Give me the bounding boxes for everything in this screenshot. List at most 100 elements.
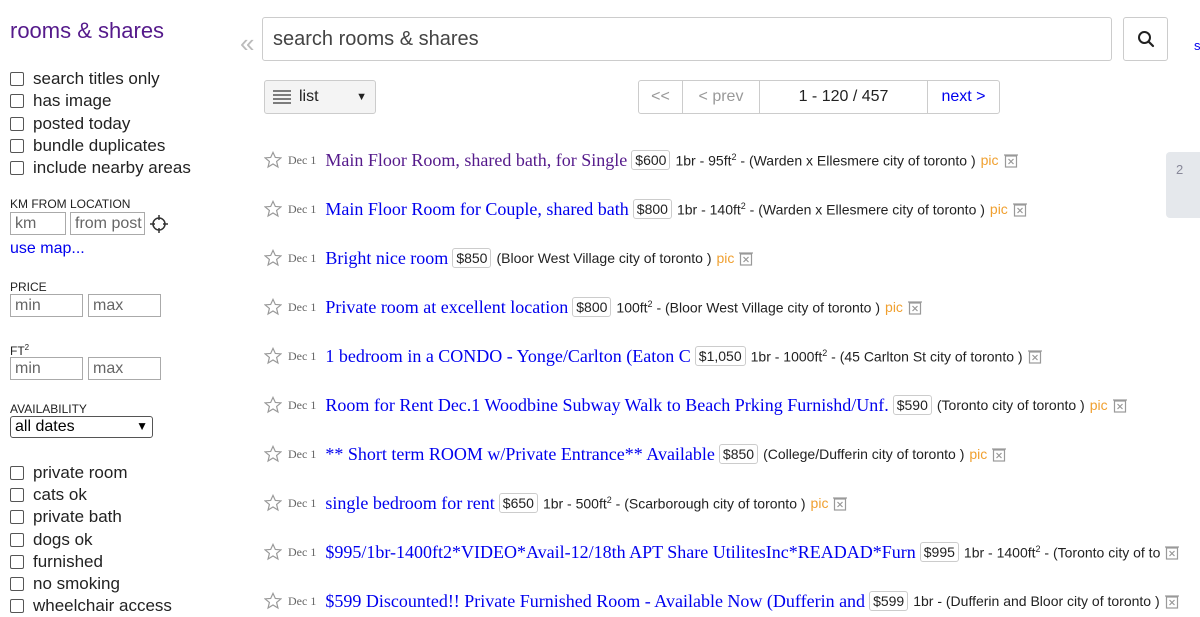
- listing-title-link[interactable]: single bedroom for rent: [325, 493, 494, 514]
- listing-title-link[interactable]: 1 bedroom in a CONDO - Yonge/Carlton (Ea…: [325, 346, 690, 367]
- map-thumbnail[interactable]: 2: [1166, 152, 1200, 218]
- checkbox[interactable]: [10, 116, 24, 131]
- favorite-star-icon[interactable]: [264, 592, 282, 610]
- filter-search-titles-only[interactable]: search titles only: [10, 68, 160, 90]
- listing-title-link[interactable]: Private room at excellent location: [325, 297, 568, 318]
- listing-row: Dec 1 $995/1br-1400ft2*VIDEO*Avail-12/18t…: [264, 539, 1180, 565]
- from-postal-input[interactable]: from post: [70, 212, 145, 235]
- checkbox[interactable]: [10, 161, 24, 176]
- hide-listing-icon[interactable]: [833, 496, 848, 511]
- hide-listing-icon[interactable]: [1164, 594, 1179, 609]
- filter-no-smoking[interactable]: no smoking: [10, 573, 120, 595]
- favorite-star-icon[interactable]: [264, 396, 282, 414]
- favorite-star-icon[interactable]: [264, 151, 282, 169]
- pager-first-button[interactable]: <<: [639, 81, 683, 113]
- crosshair-icon[interactable]: [150, 215, 168, 233]
- pager-prev-button[interactable]: < prev: [683, 81, 760, 113]
- favorite-star-icon[interactable]: [264, 494, 282, 512]
- filter-include-nearby-areas[interactable]: include nearby areas: [10, 157, 191, 179]
- favorite-star-icon[interactable]: [264, 445, 282, 463]
- pic-tag: pic: [885, 299, 903, 315]
- pager-next-button[interactable]: next >: [928, 81, 999, 113]
- price-max-input[interactable]: max: [88, 294, 161, 317]
- view-mode-dropdown[interactable]: list ▼: [264, 80, 376, 114]
- filter-label: search titles only: [33, 69, 160, 88]
- filter-furnished[interactable]: furnished: [10, 551, 103, 573]
- km-input[interactable]: km: [10, 212, 66, 235]
- filter-label: posted today: [33, 113, 131, 133]
- filter-cats-ok[interactable]: cats ok: [10, 484, 87, 506]
- hide-listing-icon[interactable]: [907, 300, 922, 315]
- filter-wheelchair-access[interactable]: wheelchair access: [10, 595, 172, 617]
- hide-listing-icon[interactable]: [992, 447, 1007, 462]
- checkbox[interactable]: [10, 138, 24, 153]
- search-input[interactable]: search rooms & shares: [262, 17, 1112, 61]
- filter-dogs-ok[interactable]: dogs ok: [10, 529, 93, 551]
- sqft-min-input[interactable]: min: [10, 357, 83, 380]
- favorite-star-icon[interactable]: [264, 298, 282, 316]
- checkbox[interactable]: [10, 577, 24, 591]
- listing-meta: 1br - 1000ft2 - (45 Carlton St city of t…: [750, 347, 1023, 365]
- listing-meta: (Bloor West Village city of toronto ): [496, 250, 712, 266]
- checkbox[interactable]: [10, 599, 24, 614]
- pic-tag: pic: [969, 446, 988, 462]
- listing-meta: (Toronto city of toronto ): [936, 397, 1085, 413]
- checkbox[interactable]: [10, 466, 24, 480]
- listing-title-link[interactable]: Room for Rent Dec.1 Woodbine Subway Walk…: [325, 395, 888, 416]
- checkbox[interactable]: [10, 554, 24, 569]
- checkbox[interactable]: [10, 94, 24, 109]
- sqft-max-input[interactable]: max: [88, 357, 161, 380]
- listing-title-link[interactable]: $995/1br-1400ft2*VIDEO*Avail-12/18th APT…: [325, 542, 915, 563]
- listing-price: $995: [919, 542, 959, 562]
- listing-title-link[interactable]: Bright nice room: [325, 248, 448, 269]
- use-map-link[interactable]: use map...: [10, 240, 85, 258]
- availability-select[interactable]: all dates ▼: [10, 416, 153, 438]
- hide-listing-icon[interactable]: [1003, 153, 1018, 168]
- filter-private-bath[interactable]: private bath: [10, 506, 122, 528]
- listing-title-link[interactable]: $599 Discounted!! Private Furnished Room…: [325, 591, 865, 612]
- listing-row: Dec 1 $599 Discounted!! Private Furnished…: [264, 588, 1179, 614]
- hide-listing-icon[interactable]: [1165, 545, 1180, 560]
- category-title[interactable]: rooms & shares: [10, 18, 164, 44]
- checkbox[interactable]: [10, 488, 24, 503]
- listing-row: Dec 1 ** Short term ROOM w/Private Entran…: [264, 441, 1007, 467]
- filter-label: private bath: [33, 507, 122, 527]
- search-button[interactable]: [1123, 17, 1168, 61]
- favorite-star-icon[interactable]: [264, 543, 282, 561]
- listing-title-link[interactable]: Main Floor Room, shared bath, for Single: [325, 150, 627, 171]
- checkbox[interactable]: [10, 532, 24, 547]
- filter-bundle-duplicates[interactable]: bundle duplicates: [10, 135, 165, 157]
- listing-price: $599: [869, 591, 909, 611]
- hide-listing-icon[interactable]: [739, 251, 754, 266]
- hide-listing-icon[interactable]: [1112, 398, 1127, 413]
- listing-title-link[interactable]: Main Floor Room for Couple, shared bath: [325, 199, 628, 220]
- sqft-label: FT2: [10, 343, 30, 358]
- search-icon: [1137, 31, 1154, 48]
- checkbox[interactable]: [10, 510, 24, 525]
- listing-meta: (College/Dufferin city of toronto ): [763, 446, 965, 462]
- price-min-input[interactable]: min: [10, 294, 83, 317]
- filter-private-room[interactable]: private room: [10, 462, 127, 484]
- caret-down-icon: ▼: [356, 91, 367, 103]
- listing-title-link[interactable]: ** Short term ROOM w/Private Entrance** …: [325, 444, 715, 465]
- filter-posted-today[interactable]: posted today: [10, 113, 130, 135]
- pager: << < prev 1 - 120 / 457 next >: [638, 80, 1000, 114]
- availability-label: AVAILABILITY: [10, 402, 87, 416]
- hide-listing-icon[interactable]: [1027, 349, 1042, 364]
- filter-label: no smoking: [33, 574, 120, 593]
- listing-row: Dec 1 1 bedroom in a CONDO - Yonge/Carlto…: [264, 343, 1042, 369]
- listing-row: Dec 1 Bright nice room $850 (Bloor West Vil…: [264, 245, 754, 271]
- listing-price: $850: [718, 444, 759, 464]
- hide-listing-icon[interactable]: [1012, 202, 1027, 217]
- listing-price: $850: [452, 248, 492, 268]
- listing-row: Dec 1 single bedroom for rent $650 1br - 50…: [264, 490, 848, 516]
- filter-label: include nearby areas: [33, 158, 191, 178]
- favorite-star-icon[interactable]: [264, 249, 282, 267]
- checkbox[interactable]: [10, 72, 24, 86]
- favorite-star-icon[interactable]: [264, 200, 282, 218]
- edge-link[interactable]: s: [1194, 38, 1200, 53]
- pic-tag: pic: [980, 152, 999, 168]
- favorite-star-icon[interactable]: [264, 347, 282, 365]
- collapse-sidebar-button[interactable]: «: [240, 28, 254, 59]
- filter-has-image[interactable]: has image: [10, 90, 111, 112]
